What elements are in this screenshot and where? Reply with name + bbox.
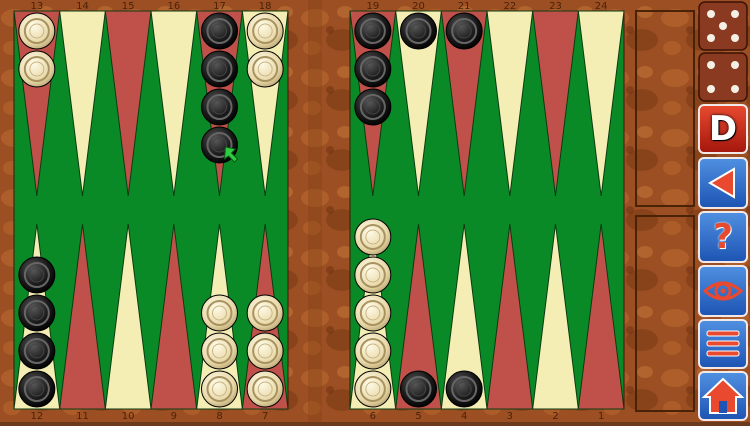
checker-black[interactable] [201, 50, 238, 88]
point-number-4: 4 [461, 411, 467, 422]
eye-icon [702, 281, 744, 301]
checker-black[interactable] [354, 50, 392, 88]
point-number-12: 12 [30, 411, 43, 422]
backgammon-board: 13 14 15 16 17 18 19 20 21 22 23 2412 11 10 9 8 7 6 5 4 3 2 1 [0, 0, 750, 422]
checker-white[interactable] [354, 332, 392, 370]
point-number-21: 21 [458, 1, 471, 12]
point-number-20: 20 [412, 1, 425, 12]
die-1[interactable] [698, 1, 748, 51]
die-pip [731, 10, 739, 18]
double-button[interactable]: D [698, 104, 748, 154]
point-number-24: 24 [595, 1, 608, 12]
checker-white[interactable] [354, 294, 392, 332]
point-number-10: 10 [122, 411, 135, 422]
point-number-15: 15 [122, 1, 135, 12]
point-number-14: 14 [76, 1, 89, 12]
checker-black[interactable] [400, 12, 437, 50]
point-number-13: 13 [30, 1, 43, 12]
hint-button[interactable]: ? [698, 211, 748, 263]
checker-white[interactable] [246, 370, 284, 408]
die-pip [707, 61, 715, 69]
checker-white[interactable] [18, 50, 56, 88]
checker-white[interactable] [201, 370, 238, 408]
die-pip [707, 34, 715, 42]
undo-button[interactable] [698, 157, 748, 209]
view-button[interactable] [698, 265, 748, 317]
double-label: D [708, 109, 738, 149]
backgammon-game: 13 14 15 16 17 18 19 20 21 22 23 24 12 11 10 9 8 7 6 5 4 3 2 1 … [0, 0, 750, 422]
point-number-1: 1 [598, 411, 604, 422]
checker-white[interactable] [246, 12, 284, 50]
checker-white[interactable] [354, 370, 392, 408]
menu-button[interactable] [698, 319, 748, 369]
checker-black[interactable] [354, 12, 392, 50]
point-number-23: 23 [549, 1, 562, 12]
checker-black[interactable] [354, 88, 392, 126]
point-number-7: 7 [262, 411, 268, 422]
checker-white[interactable] [246, 50, 284, 88]
point-number-2: 2 [552, 411, 558, 422]
checker-white[interactable] [246, 294, 284, 332]
hint-label: ? [713, 217, 733, 257]
checker-black[interactable] [18, 370, 56, 408]
checker-white[interactable] [201, 332, 238, 370]
checker-black[interactable] [400, 370, 437, 408]
die-pip [731, 61, 739, 69]
die-pip [731, 85, 739, 93]
home-button[interactable] [698, 371, 748, 421]
die-pip [719, 22, 727, 30]
checker-white[interactable] [354, 256, 392, 294]
point-number-9: 9 [171, 411, 177, 422]
point-number-8: 8 [216, 411, 222, 422]
checker-black[interactable] [18, 294, 56, 332]
die-2[interactable] [698, 52, 748, 102]
checker-black[interactable] [201, 12, 238, 50]
point-number-3: 3 [507, 411, 513, 422]
die-pip [707, 85, 715, 93]
die-pip [731, 34, 739, 42]
die-pip [707, 10, 715, 18]
point-number-17: 17 [213, 1, 226, 12]
hamburger-icon [706, 330, 740, 357]
checker-black[interactable] [445, 12, 483, 50]
point-number-11: 11 [76, 411, 89, 422]
point-number-5: 5 [415, 411, 421, 422]
point-number-6: 6 [370, 411, 376, 422]
checker-white[interactable] [18, 12, 56, 50]
checker-white[interactable] [201, 294, 238, 332]
house-icon [701, 377, 745, 414]
checker-black[interactable] [201, 88, 238, 126]
checker-black[interactable] [445, 370, 483, 408]
point-number-19: 19 [366, 1, 379, 12]
checker-black[interactable] [18, 256, 56, 294]
checker-white[interactable] [246, 332, 284, 370]
checker-white[interactable] [354, 218, 392, 256]
checker-black[interactable] [18, 332, 56, 370]
point-number-18: 18 [259, 1, 272, 12]
point-number-16: 16 [167, 1, 180, 12]
left-arrow-icon [708, 167, 735, 199]
point-number-22: 22 [503, 1, 516, 12]
